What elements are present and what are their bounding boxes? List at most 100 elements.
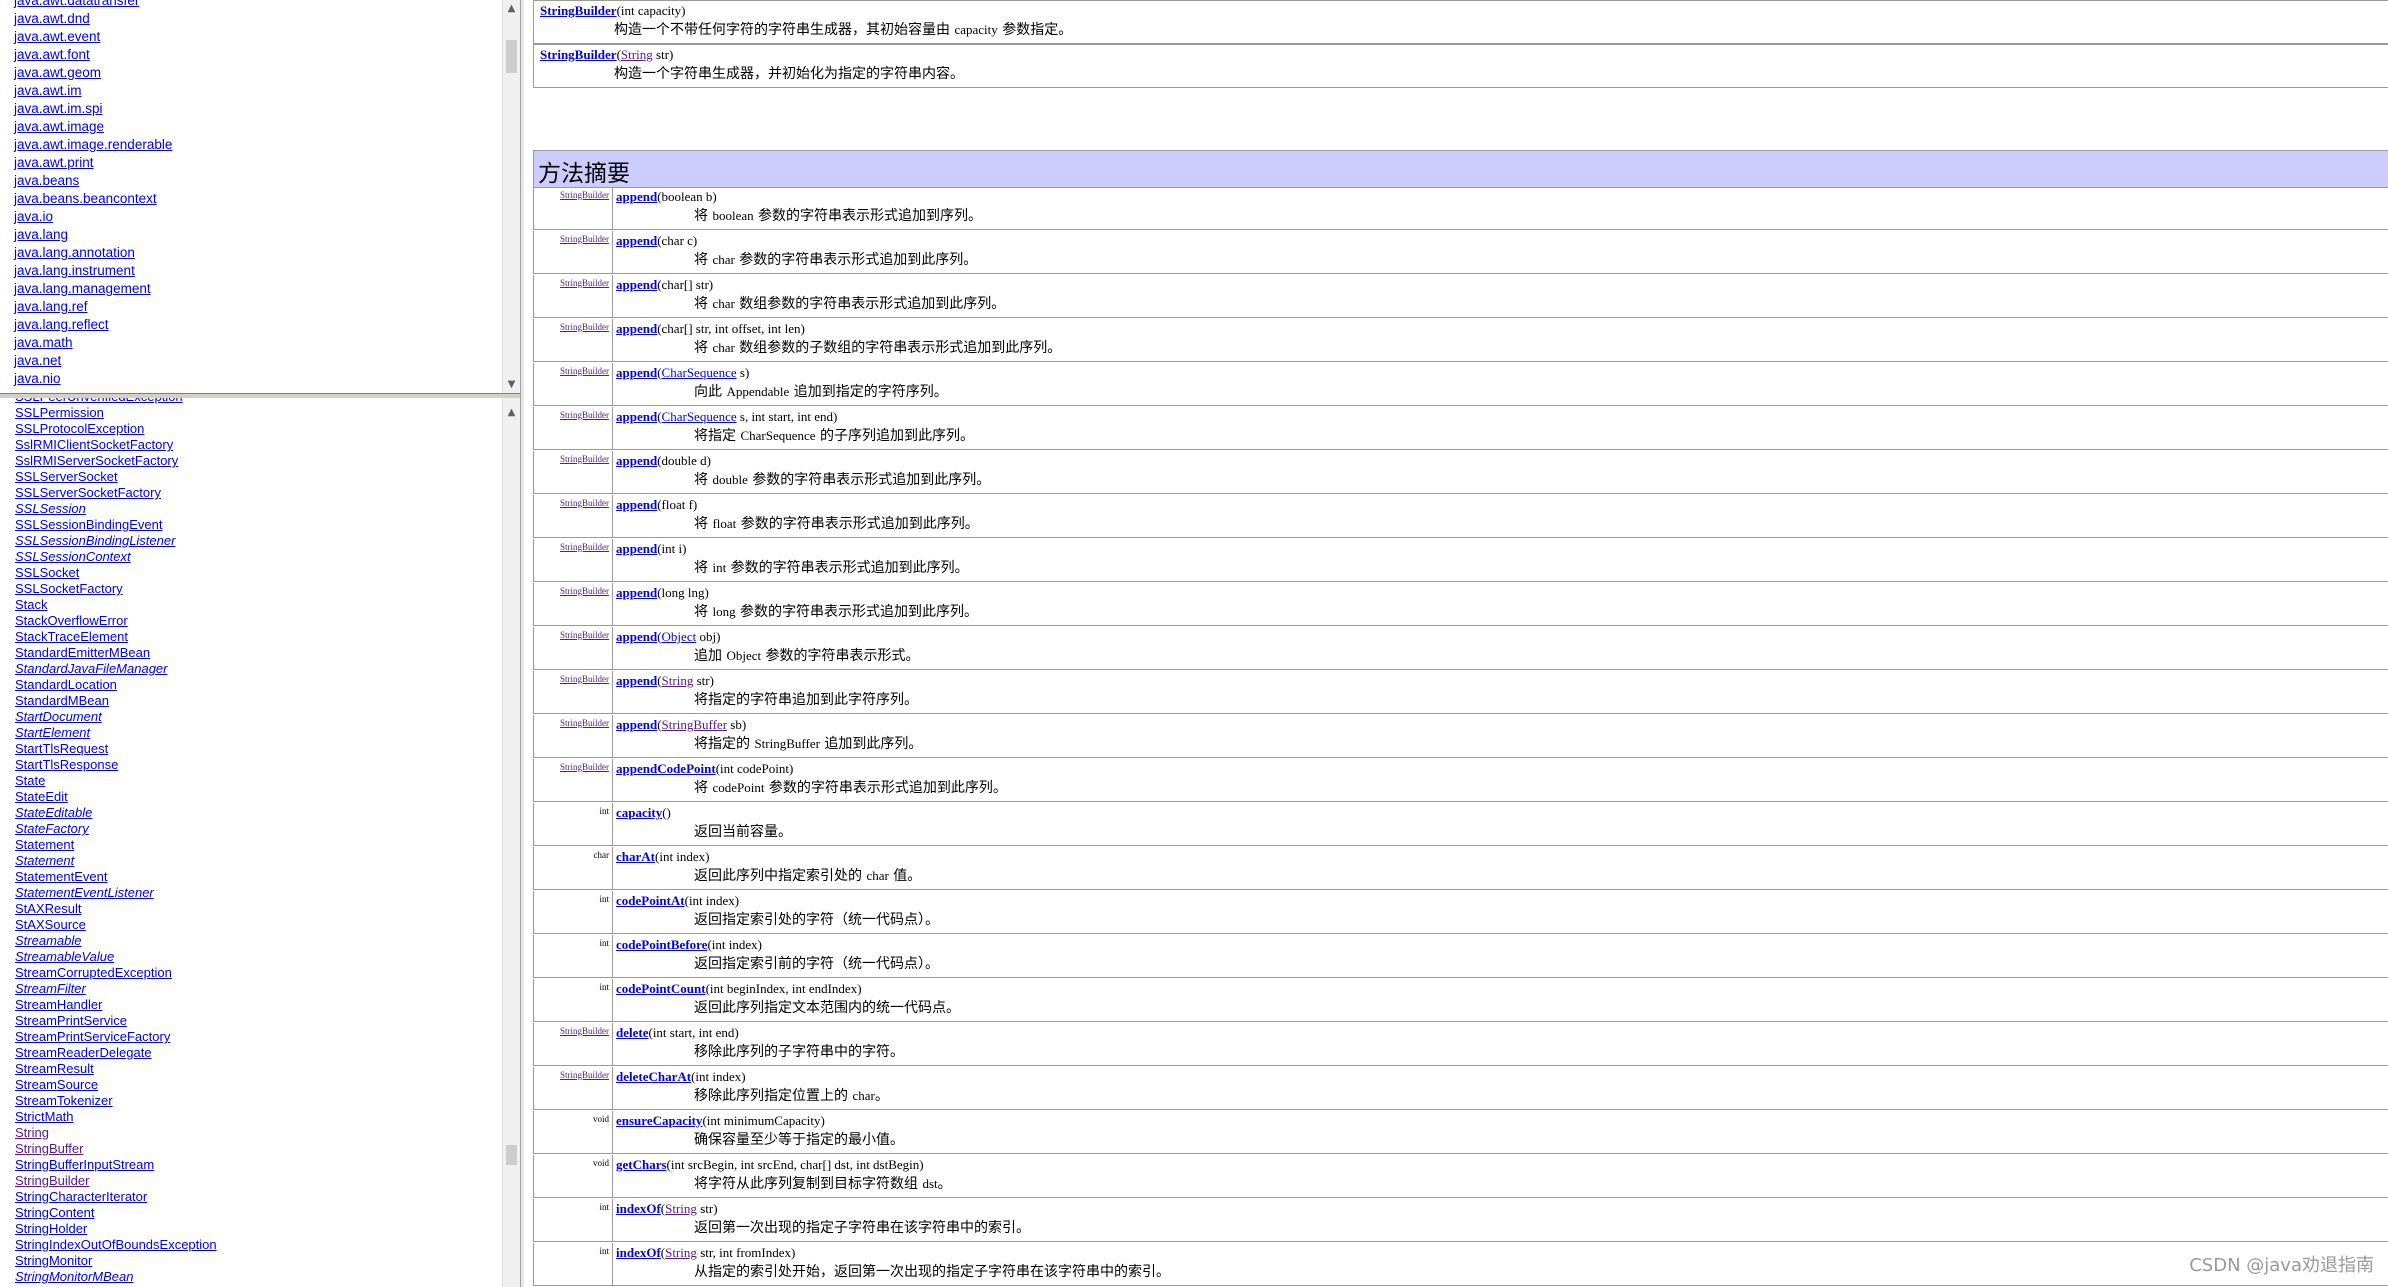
package-link[interactable]: java.lang.ref: [14, 298, 172, 316]
class-link[interactable]: StreamHandler: [15, 997, 217, 1013]
class-list-frame[interactable]: SSLPeerUnverifiedExceptionSSLPermissionS…: [0, 398, 520, 1287]
class-link[interactable]: StackTraceElement: [15, 629, 217, 645]
package-link[interactable]: java.nio: [14, 370, 172, 388]
class-link[interactable]: StrictMath: [15, 1109, 217, 1125]
class-link[interactable]: StandardMBean: [15, 693, 217, 709]
package-link[interactable]: java.awt.dnd: [14, 10, 172, 28]
interface-link[interactable]: StatementEventListener: [15, 885, 217, 901]
scroll-down-arrow-icon[interactable]: ▼: [503, 376, 520, 393]
class-link[interactable]: Statement: [15, 837, 217, 853]
scroll-up-arrow-icon[interactable]: ▲: [503, 404, 520, 421]
interface-link[interactable]: SSLSessionBindingListener: [15, 533, 217, 549]
package-list-scrollbar[interactable]: ▲ ▼: [502, 0, 520, 393]
param-type-link[interactable]: String: [665, 1245, 697, 1260]
return-type-link[interactable]: StringBuilder: [560, 630, 609, 640]
scrollbar-thumb[interactable]: [506, 40, 517, 73]
return-type-link[interactable]: StringBuilder: [560, 454, 609, 464]
interface-link[interactable]: StandardJavaFileManager: [15, 661, 217, 677]
constructor-link[interactable]: StringBuilder: [540, 3, 617, 18]
class-link[interactable]: SSLSessionBindingEvent: [15, 517, 217, 533]
method-link[interactable]: append: [616, 673, 657, 688]
method-link[interactable]: codePointCount: [616, 981, 706, 996]
method-link[interactable]: append: [616, 409, 657, 424]
package-link[interactable]: java.awt.im: [14, 82, 172, 100]
method-link[interactable]: append: [616, 277, 657, 292]
class-link[interactable]: StAXResult: [15, 901, 217, 917]
class-link[interactable]: StringHolder: [15, 1221, 217, 1237]
method-link[interactable]: indexOf: [616, 1201, 661, 1216]
class-link[interactable]: StandardLocation: [15, 677, 217, 693]
interface-link[interactable]: Statement: [15, 853, 217, 869]
class-link[interactable]: SSLSocket: [15, 565, 217, 581]
interface-link[interactable]: SSLSessionContext: [15, 549, 217, 565]
class-list-scrollbar[interactable]: ▲: [502, 398, 520, 1287]
class-link[interactable]: SSLServerSocketFactory: [15, 485, 217, 501]
method-link[interactable]: ensureCapacity: [616, 1113, 702, 1128]
class-link[interactable]: StackOverflowError: [15, 613, 217, 629]
class-link[interactable]: StreamSource: [15, 1077, 217, 1093]
class-link[interactable]: StringContent: [15, 1205, 217, 1221]
return-type-link[interactable]: StringBuilder: [560, 1026, 609, 1036]
class-link[interactable]: StreamResult: [15, 1061, 217, 1077]
return-type-link[interactable]: StringBuilder: [560, 190, 609, 200]
return-type-link[interactable]: StringBuilder: [560, 498, 609, 508]
method-link[interactable]: codePointBefore: [616, 937, 707, 952]
package-link[interactable]: java.lang.annotation: [14, 244, 172, 262]
method-link[interactable]: append: [616, 321, 657, 336]
method-link[interactable]: append: [616, 497, 657, 512]
param-type-link[interactable]: CharSequence: [662, 409, 737, 424]
interface-link[interactable]: StringMonitorMBean: [15, 1269, 217, 1285]
param-type-link[interactable]: CharSequence: [662, 365, 737, 380]
package-link[interactable]: java.lang.management: [14, 280, 172, 298]
method-link[interactable]: append: [616, 629, 657, 644]
class-link[interactable]: String: [15, 1125, 217, 1141]
package-link[interactable]: java.awt.geom: [14, 64, 172, 82]
class-link[interactable]: SslRMIClientSocketFactory: [15, 437, 217, 453]
scrollbar-thumb[interactable]: [506, 1145, 517, 1165]
class-link[interactable]: StreamTokenizer: [15, 1093, 217, 1109]
class-link[interactable]: SslRMIServerSocketFactory: [15, 453, 217, 469]
method-link[interactable]: append: [616, 453, 657, 468]
return-type-link[interactable]: StringBuilder: [560, 542, 609, 552]
param-type-link[interactable]: String: [621, 47, 653, 62]
class-link[interactable]: StatementEvent: [15, 869, 217, 885]
return-type-link[interactable]: StringBuilder: [560, 366, 609, 376]
class-link[interactable]: SSLProtocolException: [15, 421, 217, 437]
interface-link[interactable]: SSLSession: [15, 501, 217, 517]
return-type-link[interactable]: StringBuilder: [560, 322, 609, 332]
interface-link[interactable]: StartElement: [15, 725, 217, 741]
class-link[interactable]: StateEdit: [15, 789, 217, 805]
package-link[interactable]: java.net: [14, 352, 172, 370]
interface-link[interactable]: StreamableValue: [15, 949, 217, 965]
param-type-link[interactable]: StringBuffer: [662, 717, 727, 732]
package-link[interactable]: java.awt.image.renderable: [14, 136, 172, 154]
method-link[interactable]: delete: [616, 1025, 648, 1040]
package-link[interactable]: java.awt.print: [14, 154, 172, 172]
class-link[interactable]: StringIndexOutOfBoundsException: [15, 1237, 217, 1253]
class-link[interactable]: StringCharacterIterator: [15, 1189, 217, 1205]
method-link[interactable]: indexOf: [616, 1245, 661, 1260]
param-type-link[interactable]: String: [662, 673, 694, 688]
return-type-link[interactable]: StringBuilder: [560, 234, 609, 244]
interface-link[interactable]: StateFactory: [15, 821, 217, 837]
scroll-up-arrow-icon[interactable]: ▲: [503, 0, 520, 17]
method-link[interactable]: append: [616, 717, 657, 732]
class-link[interactable]: StandardEmitterMBean: [15, 645, 217, 661]
method-link[interactable]: appendCodePoint: [616, 761, 716, 776]
class-link[interactable]: SSLSocketFactory: [15, 581, 217, 597]
class-link[interactable]: StringBuilder: [15, 1173, 217, 1189]
method-link[interactable]: codePointAt: [616, 893, 685, 908]
package-link[interactable]: java.awt.image: [14, 118, 172, 136]
method-link[interactable]: append: [616, 189, 657, 204]
class-link[interactable]: StreamPrintService: [15, 1013, 217, 1029]
method-link[interactable]: append: [616, 585, 657, 600]
class-link[interactable]: StringMonitor: [15, 1253, 217, 1269]
method-link[interactable]: append: [616, 541, 657, 556]
class-link[interactable]: StringBuffer: [15, 1141, 217, 1157]
interface-link[interactable]: StreamFilter: [15, 981, 217, 997]
package-link[interactable]: java.awt.font: [14, 46, 172, 64]
class-link[interactable]: SSLPeerUnverifiedException: [15, 398, 217, 405]
interface-link[interactable]: StateEditable: [15, 805, 217, 821]
class-link[interactable]: StringBufferInputStream: [15, 1157, 217, 1173]
class-link[interactable]: StreamCorruptedException: [15, 965, 217, 981]
